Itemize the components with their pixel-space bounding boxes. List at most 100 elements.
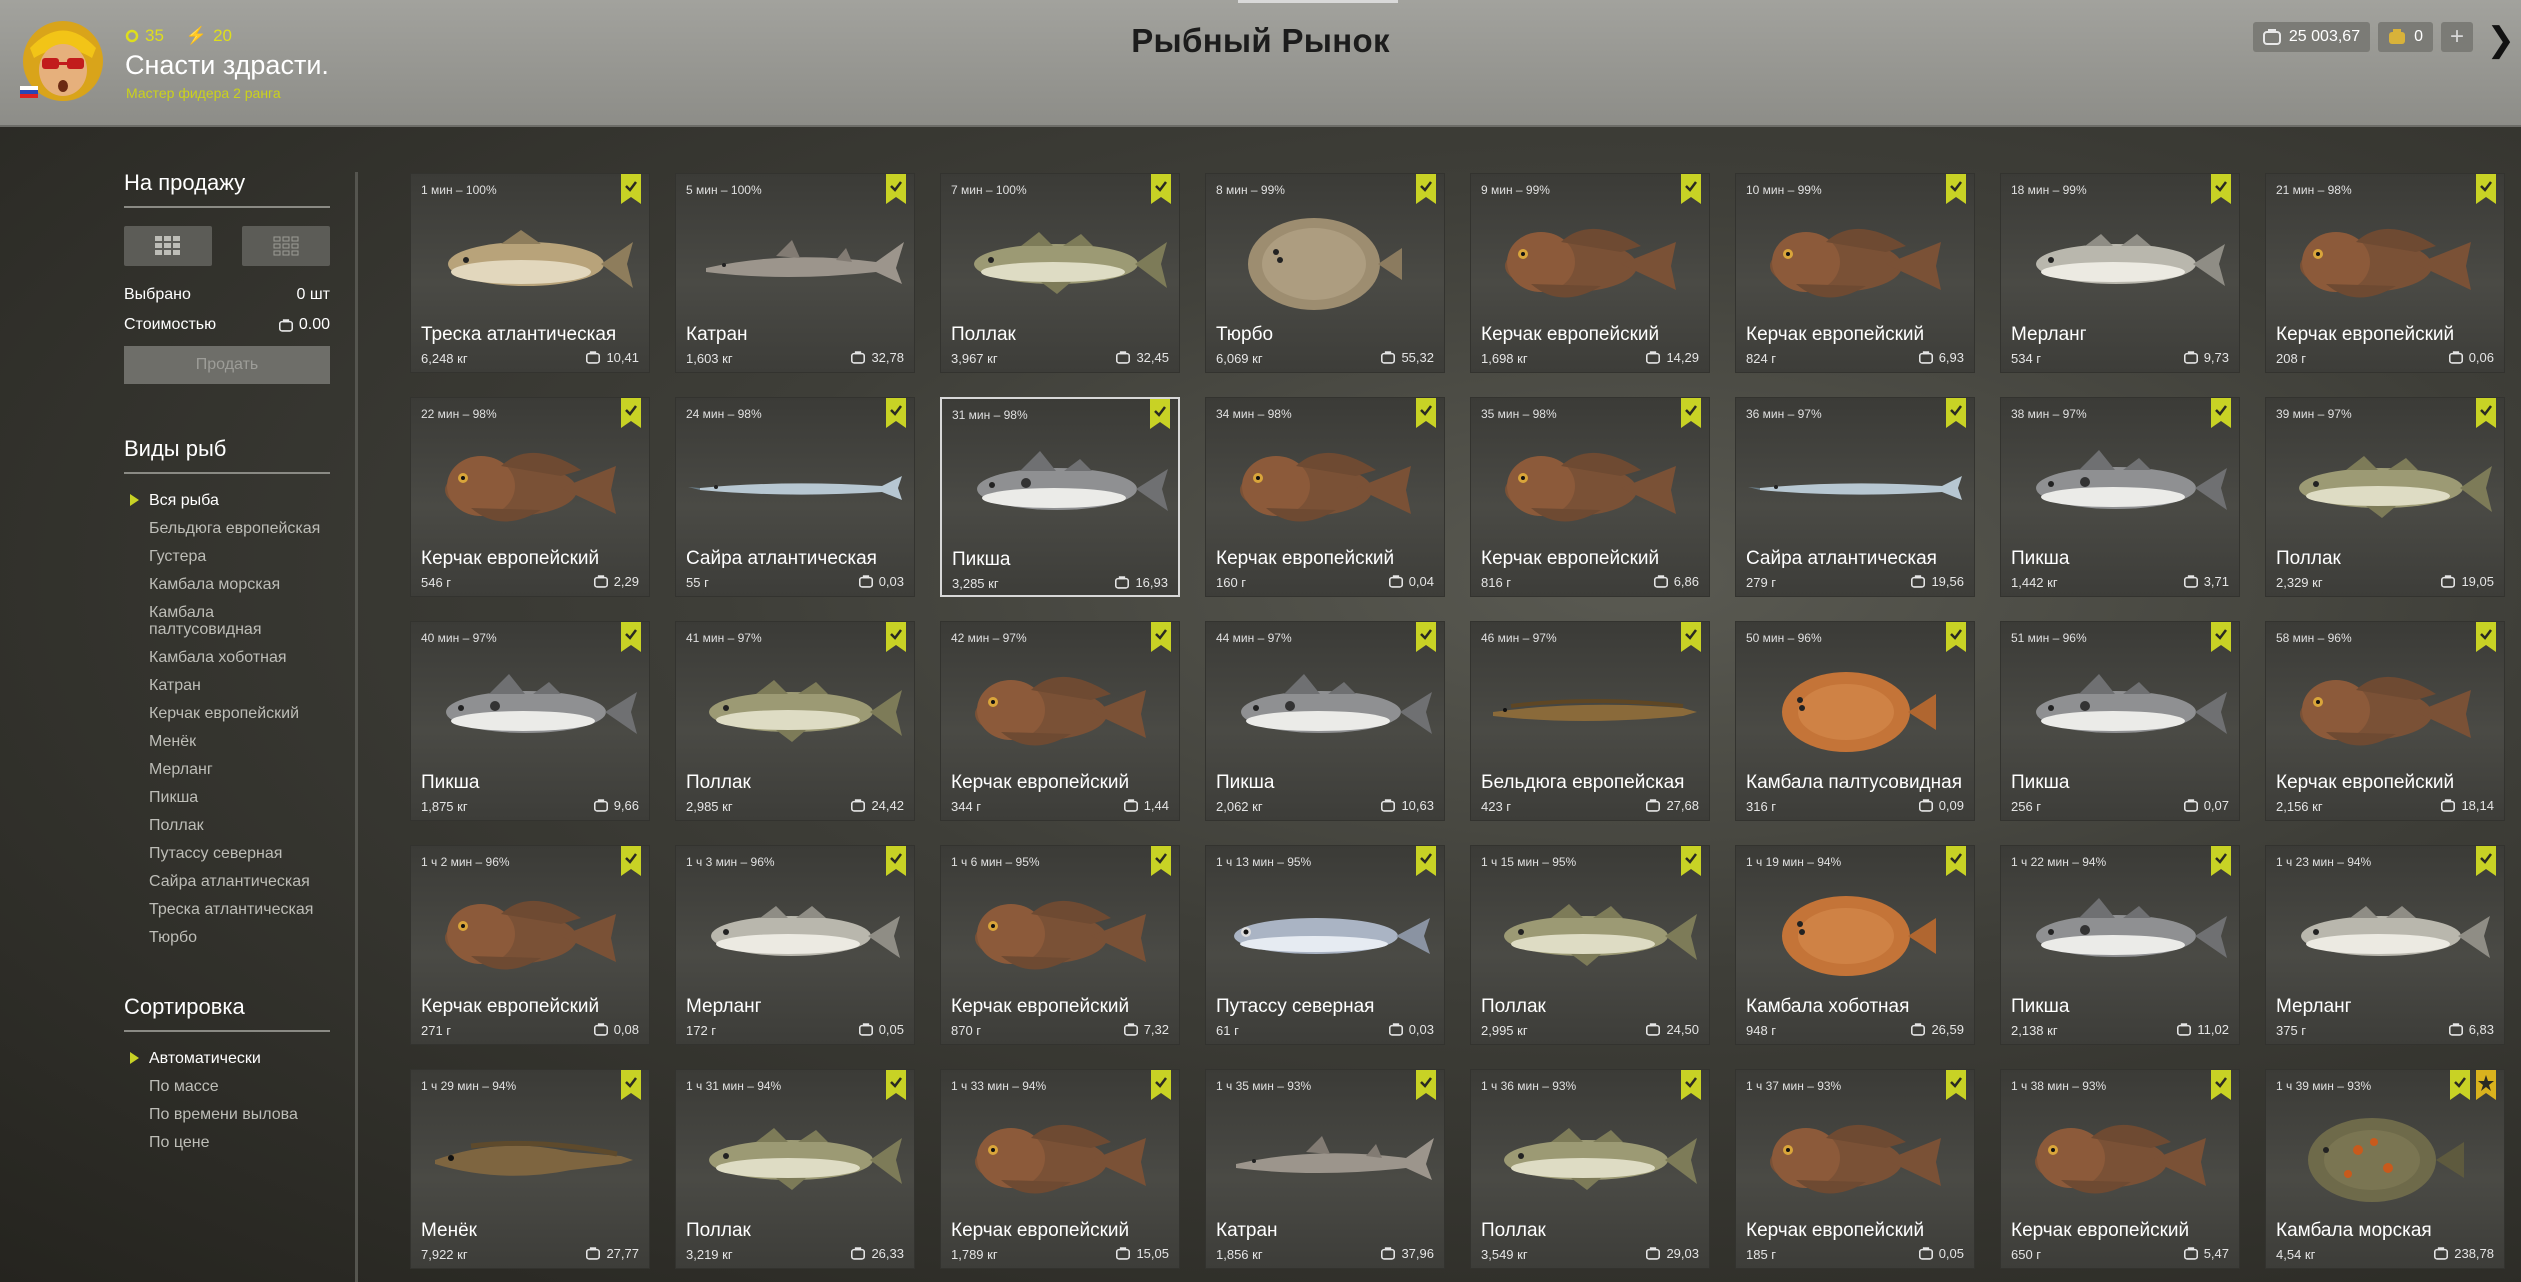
species-filter-item[interactable]: Путассу северная bbox=[124, 845, 330, 862]
check-badge-icon[interactable] bbox=[2211, 398, 2231, 428]
species-filter-item[interactable]: Треска атлантическая bbox=[124, 901, 330, 918]
species-filter-item[interactable]: Сайра атлантическая bbox=[124, 873, 330, 890]
check-badge-icon[interactable] bbox=[1946, 398, 1966, 428]
small-grid-view-button[interactable] bbox=[242, 226, 330, 266]
check-badge-icon[interactable] bbox=[886, 1070, 906, 1100]
species-filter-item[interactable]: Керчак европейский bbox=[124, 705, 330, 722]
check-badge-icon[interactable] bbox=[1946, 174, 1966, 204]
check-badge-icon[interactable] bbox=[2476, 622, 2496, 652]
fish-card[interactable]: 1 мин – 100% Треска атлантическая 6,248 … bbox=[410, 173, 650, 373]
fish-card[interactable]: 5 мин – 100% Катран 1,603 кг 32,78 bbox=[675, 173, 915, 373]
fish-card[interactable]: 58 мин – 96% Керчак европейский 2,156 кг… bbox=[2265, 621, 2505, 821]
fish-card[interactable]: 1 ч 29 мин – 94% Менёк 7,922 кг 27,77 bbox=[410, 1069, 650, 1269]
fish-card[interactable]: 22 мин – 98% Керчак европейский 546 г 2,… bbox=[410, 397, 650, 597]
fish-card[interactable]: 41 мин – 97% Поллак 2,985 кг 24,42 bbox=[675, 621, 915, 821]
fish-card[interactable]: 38 мин – 97% Пикша 1,442 кг 3,71 bbox=[2000, 397, 2240, 597]
star-badge-icon[interactable] bbox=[2476, 1070, 2496, 1100]
fish-card[interactable]: 44 мин – 97% Пикша 2,062 кг 10,63 bbox=[1205, 621, 1445, 821]
check-badge-icon[interactable] bbox=[1151, 1070, 1171, 1100]
species-filter-item[interactable]: Мерланг bbox=[124, 761, 330, 778]
check-badge-icon[interactable] bbox=[621, 398, 641, 428]
fish-card[interactable]: 1 ч 19 мин – 94% Камбала хоботная 948 г … bbox=[1735, 845, 1975, 1045]
check-badge-icon[interactable] bbox=[2450, 1070, 2470, 1100]
check-badge-icon[interactable] bbox=[1946, 846, 1966, 876]
species-filter-item[interactable]: Камбала морская bbox=[124, 576, 330, 593]
check-badge-icon[interactable] bbox=[2211, 846, 2231, 876]
fish-card[interactable]: 39 мин – 97% Поллак 2,329 кг 19,05 bbox=[2265, 397, 2505, 597]
check-badge-icon[interactable] bbox=[621, 622, 641, 652]
check-badge-icon[interactable] bbox=[1151, 622, 1171, 652]
fish-card[interactable]: 1 ч 39 мин – 93% Камбала морская 4,54 кг… bbox=[2265, 1069, 2505, 1269]
check-badge-icon[interactable] bbox=[621, 174, 641, 204]
species-filter-item[interactable]: Камбала палтусовидная bbox=[124, 604, 330, 638]
fish-card[interactable]: 18 мин – 99% Мерланг 534 г 9,73 bbox=[2000, 173, 2240, 373]
check-badge-icon[interactable] bbox=[1416, 174, 1436, 204]
check-badge-icon[interactable] bbox=[2211, 174, 2231, 204]
check-badge-icon[interactable] bbox=[1150, 399, 1170, 429]
check-badge-icon[interactable] bbox=[1416, 398, 1436, 428]
species-filter-item[interactable]: Катран bbox=[124, 677, 330, 694]
fish-card[interactable]: 8 мин – 99% Тюрбо 6,069 кг 55,32 bbox=[1205, 173, 1445, 373]
check-badge-icon[interactable] bbox=[886, 398, 906, 428]
species-filter-item[interactable]: Поллак bbox=[124, 817, 330, 834]
check-badge-icon[interactable] bbox=[1681, 622, 1701, 652]
fish-card[interactable]: 1 ч 15 мин – 95% Поллак 2,995 кг 24,50 bbox=[1470, 845, 1710, 1045]
fish-card[interactable]: 34 мин – 98% Керчак европейский 160 г 0,… bbox=[1205, 397, 1445, 597]
large-grid-view-button[interactable] bbox=[124, 226, 212, 266]
fish-card[interactable]: 1 ч 2 мин – 96% Керчак европейский 271 г… bbox=[410, 845, 650, 1045]
species-filter-item[interactable]: Вся рыба bbox=[124, 492, 330, 509]
check-badge-icon[interactable] bbox=[1681, 846, 1701, 876]
fish-card[interactable]: 1 ч 38 мин – 93% Керчак европейский 650 … bbox=[2000, 1069, 2240, 1269]
check-badge-icon[interactable] bbox=[886, 622, 906, 652]
check-badge-icon[interactable] bbox=[886, 846, 906, 876]
buy-currency-button[interactable]: + bbox=[2441, 22, 2473, 52]
fish-card[interactable]: 42 мин – 97% Керчак европейский 344 г 1,… bbox=[940, 621, 1180, 821]
fish-card[interactable]: 10 мин – 99% Керчак европейский 824 г 6,… bbox=[1735, 173, 1975, 373]
species-filter-item[interactable]: Менёк bbox=[124, 733, 330, 750]
check-badge-icon[interactable] bbox=[1151, 846, 1171, 876]
check-badge-icon[interactable] bbox=[621, 846, 641, 876]
fish-card[interactable]: 31 мин – 98% Пикша 3,285 кг 16,93 bbox=[940, 397, 1180, 597]
check-badge-icon[interactable] bbox=[886, 174, 906, 204]
check-badge-icon[interactable] bbox=[1416, 622, 1436, 652]
check-badge-icon[interactable] bbox=[1681, 1070, 1701, 1100]
sort-option-item[interactable]: По цене bbox=[124, 1134, 330, 1151]
sort-option-item[interactable]: По времени вылова bbox=[124, 1106, 330, 1123]
check-badge-icon[interactable] bbox=[1681, 174, 1701, 204]
fish-card[interactable]: 7 мин – 100% Поллак 3,967 кг 32,45 bbox=[940, 173, 1180, 373]
fish-card[interactable]: 51 мин – 96% Пикша 256 г 0,07 bbox=[2000, 621, 2240, 821]
check-badge-icon[interactable] bbox=[1151, 174, 1171, 204]
fish-card[interactable]: 1 ч 33 мин – 94% Керчак европейский 1,78… bbox=[940, 1069, 1180, 1269]
fish-card[interactable]: 36 мин – 97% Сайра атлантическая 279 г 1… bbox=[1735, 397, 1975, 597]
fish-card[interactable]: 1 ч 35 мин – 93% Катран 1,856 кг 37,96 bbox=[1205, 1069, 1445, 1269]
check-badge-icon[interactable] bbox=[2211, 622, 2231, 652]
fish-card[interactable]: 1 ч 6 мин – 95% Керчак европейский 870 г… bbox=[940, 845, 1180, 1045]
species-filter-item[interactable]: Густера bbox=[124, 548, 330, 565]
species-filter-item[interactable]: Тюрбо bbox=[124, 929, 330, 946]
check-badge-icon[interactable] bbox=[621, 1070, 641, 1100]
close-icon[interactable]: ❯ bbox=[2487, 20, 2516, 60]
fish-card[interactable]: 1 ч 13 мин – 95% Путассу северная 61 г 0… bbox=[1205, 845, 1445, 1045]
check-badge-icon[interactable] bbox=[2476, 398, 2496, 428]
fish-card[interactable]: 1 ч 36 мин – 93% Поллак 3,549 кг 29,03 bbox=[1470, 1069, 1710, 1269]
fish-card[interactable]: 1 ч 37 мин – 93% Керчак европейский 185 … bbox=[1735, 1069, 1975, 1269]
fish-card[interactable]: 1 ч 3 мин – 96% Мерланг 172 г 0,05 bbox=[675, 845, 915, 1045]
fish-card[interactable]: 9 мин – 99% Керчак европейский 1,698 кг … bbox=[1470, 173, 1710, 373]
check-badge-icon[interactable] bbox=[1946, 622, 1966, 652]
fish-card[interactable]: 35 мин – 98% Керчак европейский 816 г 6,… bbox=[1470, 397, 1710, 597]
species-filter-item[interactable]: Бельдюга европейская bbox=[124, 520, 330, 537]
species-filter-item[interactable]: Пикша bbox=[124, 789, 330, 806]
fish-card[interactable]: 46 мин – 97% Бельдюга европейская 423 г … bbox=[1470, 621, 1710, 821]
fish-card[interactable]: 21 мин – 98% Керчак европейский 208 г 0,… bbox=[2265, 173, 2505, 373]
fish-card[interactable]: 24 мин – 98% Сайра атлантическая 55 г 0,… bbox=[675, 397, 915, 597]
fish-card[interactable]: 1 ч 31 мин – 94% Поллак 3,219 кг 26,33 bbox=[675, 1069, 915, 1269]
fish-card[interactable]: 1 ч 23 мин – 94% Мерланг 375 г 6,83 bbox=[2265, 845, 2505, 1045]
check-badge-icon[interactable] bbox=[1416, 1070, 1436, 1100]
fish-card[interactable]: 50 мин – 96% Камбала палтусовидная 316 г… bbox=[1735, 621, 1975, 821]
sell-button[interactable]: Продать bbox=[124, 346, 330, 384]
sort-option-item[interactable]: По массе bbox=[124, 1078, 330, 1095]
check-badge-icon[interactable] bbox=[1681, 398, 1701, 428]
check-badge-icon[interactable] bbox=[2476, 846, 2496, 876]
check-badge-icon[interactable] bbox=[2476, 174, 2496, 204]
check-badge-icon[interactable] bbox=[1946, 1070, 1966, 1100]
